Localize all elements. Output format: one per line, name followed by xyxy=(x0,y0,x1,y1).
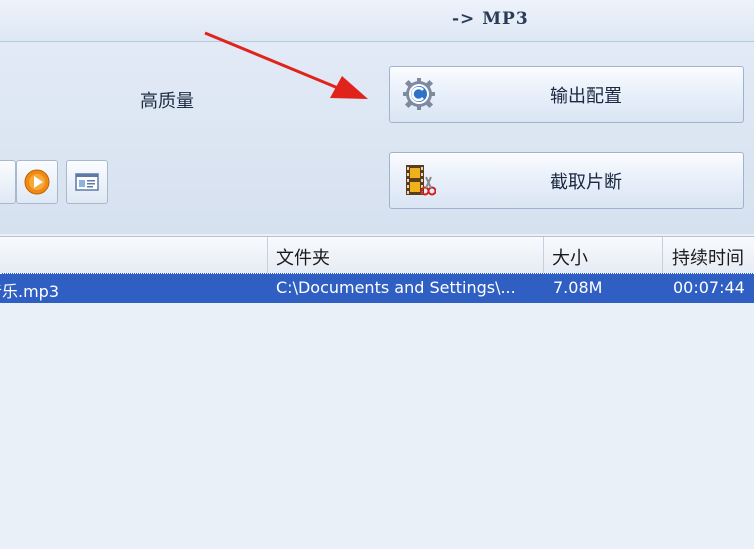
output-config-button[interactable]: 输出配置 xyxy=(389,66,744,123)
column-header-folder[interactable]: 文件夹 xyxy=(276,244,330,270)
clip-label: 截取片断 xyxy=(550,172,622,193)
column-header-duration[interactable]: 持续时间 xyxy=(672,244,744,270)
clip-button[interactable]: 截取片断 xyxy=(389,152,744,209)
column-header-size[interactable]: 大小 xyxy=(552,244,588,270)
column-divider[interactable] xyxy=(267,237,268,273)
column-divider[interactable] xyxy=(543,237,544,273)
size-cell: 7.08M xyxy=(553,278,603,297)
gear-icon xyxy=(403,78,435,110)
title-bar: -> MP3 xyxy=(0,0,754,42)
play-icon xyxy=(24,169,50,195)
quality-label: 高质量 xyxy=(140,91,194,112)
play-button[interactable] xyxy=(16,160,58,204)
window-title: -> MP3 xyxy=(452,9,529,29)
toolbar-button[interactable] xyxy=(0,160,16,204)
file-list-empty-area[interactable] xyxy=(0,303,754,549)
info-card-icon xyxy=(75,173,99,191)
file-name-cell: 音乐.mp3 xyxy=(0,282,60,301)
column-divider[interactable] xyxy=(662,237,663,273)
duration-cell: 00:07:44 xyxy=(673,278,745,297)
file-table-header: 文件夹 大小 持续时间 xyxy=(0,236,754,274)
output-config-label: 输出配置 xyxy=(550,86,622,107)
film-scissors-icon xyxy=(406,165,436,196)
info-button[interactable] xyxy=(66,160,108,204)
table-row[interactable]: 音乐.mp3 C:\Documents and Settings\... 7.0… xyxy=(0,273,754,304)
folder-cell: C:\Documents and Settings\... xyxy=(276,278,516,297)
